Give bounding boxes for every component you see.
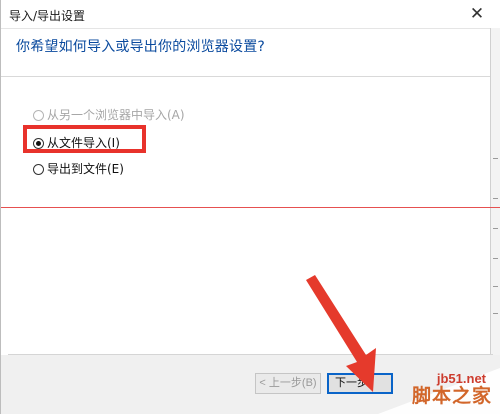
watermark-name: 脚本之家 <box>411 385 492 407</box>
header-divider <box>1 76 500 77</box>
radio-button[interactable] <box>33 164 44 175</box>
footer-divider <box>8 354 493 355</box>
close-icon[interactable]: ✕ <box>465 2 489 26</box>
red-guide-line <box>1 207 500 208</box>
title-bar: 导入/导出设置 ✕ <box>1 0 500 29</box>
highlight-annotation-box <box>23 125 146 153</box>
import-export-dialog: 导入/导出设置 ✕ 你希望如何导入或导出你的浏览器设置? 从另一个浏览器中导入(… <box>0 0 500 414</box>
option-label: 导出到文件(E) <box>47 162 124 176</box>
dialog-header: 你希望如何导入或导出你的浏览器设置? <box>1 28 500 78</box>
dialog-heading: 你希望如何导入或导出你的浏览器设置? <box>16 39 266 55</box>
option-import-from-browser[interactable]: 从另一个浏览器中导入(A) <box>33 106 185 123</box>
option-export-to-file[interactable]: 导出到文件(E) <box>33 160 124 177</box>
radio-button[interactable] <box>33 110 44 121</box>
window-title: 导入/导出设置 <box>9 9 86 23</box>
previous-button[interactable]: < 上一步(B) <box>255 373 321 394</box>
option-label: 从另一个浏览器中导入(A) <box>47 108 185 122</box>
watermark: jb51.net 脚本之家 <box>360 368 500 414</box>
